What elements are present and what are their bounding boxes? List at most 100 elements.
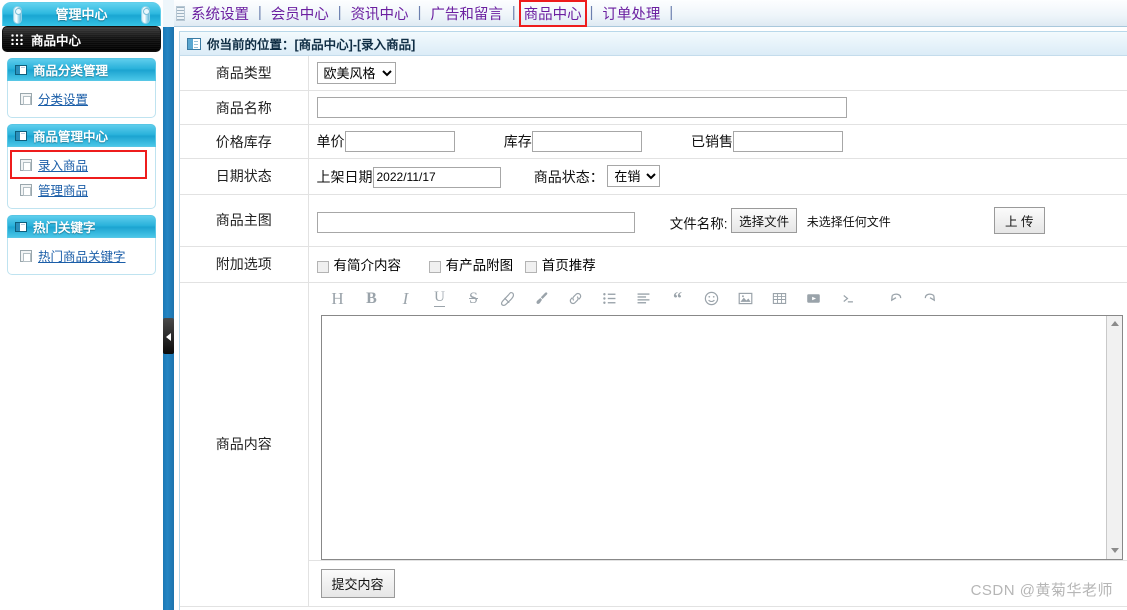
label-file-name: 文件名称: xyxy=(669,216,728,232)
nav-item-news-center[interactable]: 资讯中心 xyxy=(347,3,413,24)
info-panel-icon xyxy=(187,37,201,50)
watermark: CSDN @黄菊华老师 xyxy=(970,582,1113,599)
form-row-product-content: 商品内容 H B I U S “ 提交内容 xyxy=(180,282,1127,607)
product-name-input[interactable] xyxy=(316,97,847,118)
form-row-product-type: 商品类型 欧美风格 xyxy=(180,56,1127,91)
emoji-icon[interactable] xyxy=(695,288,729,310)
brush-icon[interactable] xyxy=(525,288,559,310)
upload-button[interactable]: 上 传 xyxy=(994,206,1045,234)
sidebar-group-title: 商品管理中心 xyxy=(33,130,109,144)
label-sold: 已销售 xyxy=(691,133,733,150)
sidebar-item-hot-keywords[interactable]: 热门商品关键字 xyxy=(8,243,155,268)
field-product-name xyxy=(308,90,1127,125)
window-icon xyxy=(15,221,27,232)
app-root: 管理中心 商品中心 商品分类管理 分类设置 商品管理中心 录入商品 管理商品 热… xyxy=(0,0,1127,610)
sidebar-item-manage-product[interactable]: 管理商品 xyxy=(8,177,155,202)
sidebar-group-header[interactable]: 商品管理中心 xyxy=(7,124,156,147)
sidebar-group-product-category: 商品分类管理 分类设置 xyxy=(7,58,156,118)
checkbox-home-recommend[interactable]: 首页推荐 xyxy=(524,258,596,274)
label-date-status: 日期状态 xyxy=(180,158,309,195)
field-extra-options: 有简介内容 有产品附图 首页推荐 xyxy=(308,246,1127,283)
scroll-down-arrow-icon[interactable] xyxy=(1107,543,1122,559)
sidebar-group-header[interactable]: 热门关键字 xyxy=(7,215,156,238)
label-product-status: 商品状态： xyxy=(533,169,604,186)
sidebar-item-label[interactable]: 热门商品关键字 xyxy=(38,246,126,265)
sidebar-item-label[interactable]: 录入商品 xyxy=(38,155,88,174)
bold-icon[interactable]: B xyxy=(355,288,389,310)
checkbox-box-icon[interactable] xyxy=(316,260,329,273)
sidebar-item-label[interactable]: 管理商品 xyxy=(38,180,88,199)
nav-separator: | xyxy=(589,5,594,21)
nav-item-ads-messages[interactable]: 广告和留言 xyxy=(426,3,507,24)
sold-input[interactable] xyxy=(733,131,843,152)
image-icon[interactable] xyxy=(729,288,763,310)
sidebar-group-header[interactable]: 商品分类管理 xyxy=(7,58,156,81)
sidebar-item-category-settings[interactable]: 分类设置 xyxy=(8,86,155,111)
field-product-content: H B I U S “ 提交内容 xyxy=(308,282,1127,607)
checkbox-label: 首页推荐 xyxy=(541,258,596,274)
choose-file-button[interactable]: 选择文件 xyxy=(731,207,798,233)
window-icon xyxy=(15,130,27,141)
strikethrough-icon[interactable]: S xyxy=(457,288,491,310)
heading-icon[interactable]: H xyxy=(321,288,355,310)
underline-icon[interactable]: U xyxy=(423,288,457,310)
stock-input[interactable] xyxy=(531,131,642,152)
nav-item-product-center[interactable]: 商品中心 xyxy=(518,0,587,27)
sidebar-group-hot-keywords: 热门关键字 热门商品关键字 xyxy=(7,215,156,275)
breadcrumb: 你当前的位置：[商品中心]-[录入商品] xyxy=(180,32,1127,56)
sidebar-item-label[interactable]: 分类设置 xyxy=(38,89,88,108)
link-icon[interactable] xyxy=(559,288,593,310)
sidebar-group-title: 商品分类管理 xyxy=(33,64,109,78)
page-icon xyxy=(20,158,32,171)
checkbox-has-gallery[interactable]: 有产品附图 xyxy=(428,258,514,274)
field-product-type: 欧美风格 xyxy=(308,56,1127,91)
scroll-up-arrow-icon[interactable] xyxy=(1107,316,1122,332)
submit-content-button[interactable]: 提交内容 xyxy=(320,568,395,598)
bullet-list-icon[interactable] xyxy=(593,288,627,310)
checkbox-box-icon[interactable] xyxy=(428,260,441,273)
sidebar-header-title: 管理中心 xyxy=(55,7,108,22)
sidebar-group-body: 热门商品关键字 xyxy=(7,238,156,275)
drag-grip-icon[interactable] xyxy=(176,5,185,21)
sidebar-group-body: 录入商品 管理商品 xyxy=(7,147,156,209)
shelf-date-input[interactable] xyxy=(372,166,501,188)
nav-separator: | xyxy=(337,5,342,21)
sidebar-group-title: 热门关键字 xyxy=(33,221,96,235)
editor-scrollbar[interactable] xyxy=(1106,315,1122,559)
italic-icon[interactable]: I xyxy=(389,288,423,310)
sidebar-current-module[interactable]: 商品中心 xyxy=(2,26,161,52)
pin-right-icon xyxy=(141,6,150,24)
nav-item-order-processing[interactable]: 订单处理 xyxy=(598,3,664,24)
product-status-select[interactable]: 在销 xyxy=(607,165,661,187)
sidebar: 管理中心 商品中心 商品分类管理 分类设置 商品管理中心 录入商品 管理商品 热… xyxy=(0,0,163,610)
code-icon[interactable] xyxy=(831,288,865,310)
checkbox-box-icon[interactable] xyxy=(524,260,537,273)
blockquote-icon[interactable]: “ xyxy=(661,288,695,310)
label-product-name: 商品名称 xyxy=(180,90,309,125)
field-price-stock: 单价 库存 已销售 xyxy=(308,124,1127,159)
page-icon xyxy=(20,249,32,262)
main-image-path-input[interactable] xyxy=(316,211,635,233)
sidebar-item-add-product[interactable]: 录入商品 xyxy=(10,150,147,179)
editor-content-area[interactable] xyxy=(321,315,1106,559)
highlight-pen-icon[interactable] xyxy=(491,288,525,310)
sidebar-collapse-handle[interactable] xyxy=(163,318,174,354)
nav-separator: | xyxy=(258,5,262,21)
unit-price-input[interactable] xyxy=(344,131,455,152)
checkbox-label: 有简介内容 xyxy=(333,258,402,274)
nav-separator: | xyxy=(511,5,516,21)
video-icon[interactable] xyxy=(797,288,831,310)
product-type-select[interactable]: 欧美风格 xyxy=(316,62,396,84)
redo-icon[interactable] xyxy=(913,288,947,310)
undo-icon[interactable] xyxy=(879,288,913,310)
nav-item-system-settings[interactable]: 系统设置 xyxy=(187,3,253,24)
label-product-content: 商品内容 xyxy=(180,282,309,607)
checkbox-label: 有产品附图 xyxy=(445,258,514,274)
checkbox-has-intro[interactable]: 有简介内容 xyxy=(316,258,402,274)
form-row-main-image: 商品主图 文件名称: 选择文件 未选择任何文件 上 传 xyxy=(180,194,1127,247)
table-icon[interactable] xyxy=(763,288,797,310)
label-stock: 库存 xyxy=(503,133,532,150)
align-left-icon[interactable] xyxy=(627,288,661,310)
nav-item-member-center[interactable]: 会员中心 xyxy=(267,3,333,24)
nav-separator: | xyxy=(417,5,422,21)
